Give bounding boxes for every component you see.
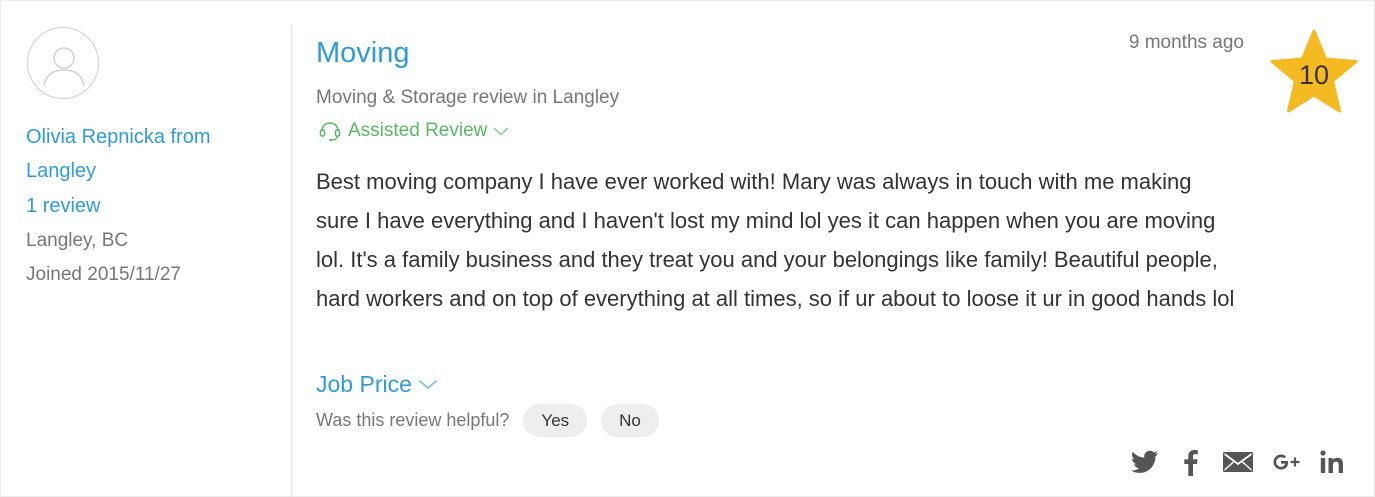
rating-value: 10 (1298, 60, 1330, 90)
avatar[interactable] (27, 27, 99, 99)
review-body: Best moving company I have ever worked w… (316, 169, 1235, 311)
helpful-no-button[interactable]: No (601, 404, 659, 437)
chevron-down-icon (418, 379, 438, 390)
chevron-down-icon (493, 127, 509, 136)
share-linkedin-button[interactable] (1317, 448, 1347, 476)
review-timestamp: 9 months ago (1128, 32, 1244, 53)
assisted-review-label: Assisted Review (348, 120, 488, 141)
reviewer-name[interactable]: Olivia Repnicka from Langley (26, 120, 266, 188)
share-email-button[interactable] (1222, 448, 1254, 476)
helpful-yes-button[interactable]: Yes (523, 404, 588, 437)
helpful-question: Was this review helpful? (316, 410, 510, 430)
job-price-label: Job Price (316, 371, 412, 397)
helpful-feedback: Was this review helpful? Yes No (316, 404, 673, 437)
linkedin-icon (1320, 450, 1343, 473)
column-divider (291, 25, 292, 497)
reviewer-location: Langley, BC (26, 230, 129, 251)
share-google-plus-button[interactable] (1270, 448, 1302, 476)
user-silhouette-icon (43, 47, 85, 87)
share-twitter-button[interactable] (1129, 448, 1161, 476)
reviewer-joined-date: Joined 2015/11/27 (26, 264, 181, 285)
reviewer-review-count[interactable]: 1 review (26, 189, 100, 223)
job-price-toggle[interactable]: Job Price (316, 369, 439, 399)
email-icon (1223, 452, 1253, 472)
share-facebook-button[interactable] (1180, 448, 1202, 476)
facebook-icon (1184, 449, 1198, 476)
reviewer-panel: Olivia Repnicka from Langley 1 review La… (0, 0, 291, 497)
google-plus-icon (1273, 454, 1300, 470)
twitter-icon (1131, 450, 1158, 473)
assisted-review-toggle[interactable]: Assisted Review (318, 118, 510, 144)
headset-icon (319, 122, 341, 142)
review-category: Moving & Storage review in Langley (316, 87, 620, 108)
review-title[interactable]: Moving (316, 33, 410, 73)
